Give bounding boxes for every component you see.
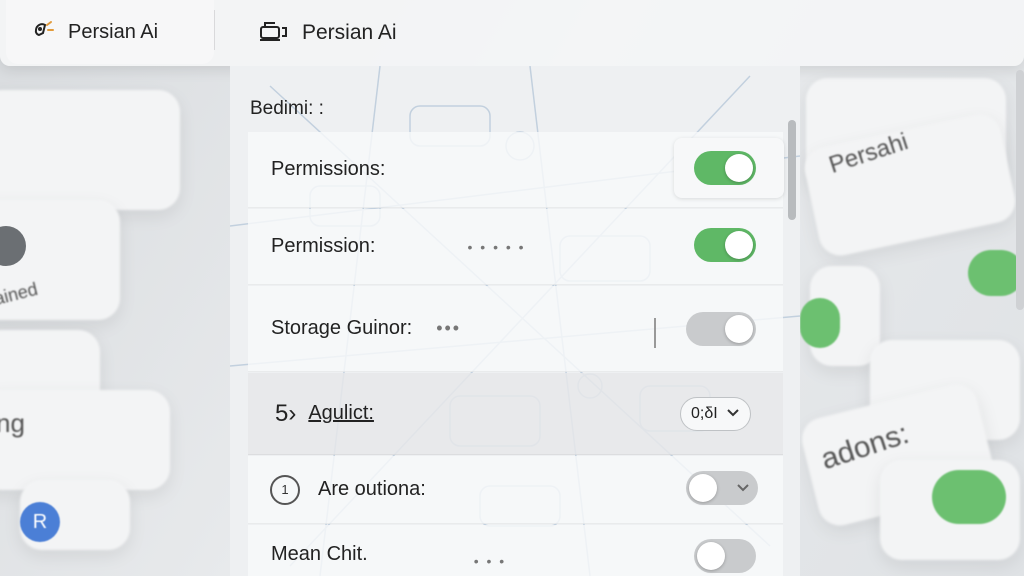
row-label: Mean Chit. [271,543,368,565]
storage-toggle[interactable] [686,312,756,346]
settings-row-permission: Permission: • • • • • [248,209,783,285]
robot-icon [258,18,290,49]
chevron-down-icon [737,484,749,492]
window-title: Persian Ai [302,21,397,44]
background-label-ng: ng [0,408,25,438]
clock-icon: 1 [270,474,300,505]
row-dots: • • • • • [467,238,526,255]
avatar: R [20,502,60,542]
chevron-down-icon [726,405,740,423]
select-value: 0;δI [691,405,718,422]
tab-title: Persian Ai [68,20,159,43]
row-dots: • • • [473,552,507,569]
settings-row-mean-chit: Mean Chit. • • • [248,525,783,576]
permission-toggle[interactable] [694,228,756,262]
row-label: Are outiona: [318,478,426,500]
mean-chit-toggle[interactable] [694,539,756,573]
settings-row-storage: Storage Guinor: ••• [248,286,783,372]
tab-divider [214,10,215,50]
brain-sparkle-icon [30,17,56,48]
row-dots: ••• [436,318,462,338]
tab-persian-ai-left[interactable]: Persian Ai [6,0,214,64]
are-outiona-toggle[interactable] [686,471,758,505]
top-bar: Persian Ai Persian Ai [0,0,1024,66]
panel-scrollbar[interactable] [788,120,796,220]
agulict-select[interactable]: 0;δI [680,397,751,431]
settings-panel: Bedimi: : Permissions: Permission: • • •… [230,66,800,576]
permissions-toggle[interactable] [694,151,756,185]
row-label: Permissions: [271,158,386,180]
settings-row-are-outiona: 1 Are outiona: [248,456,783,524]
settings-row-permissions: Permissions: [248,132,784,208]
section-title: Bedimi: : [250,98,324,119]
row-label: Storage Guinor: [271,317,413,339]
row-prefix: 5› [275,399,297,427]
window-scrollbar[interactable] [1016,70,1024,310]
settings-row-agulict: 5› Agulict: 0;δI [248,373,783,455]
tab-persian-ai-right[interactable]: Persian Ai [230,0,397,66]
row-label: Agulict: [308,402,374,424]
row-label: Permission: [271,235,376,257]
row-divider [654,318,656,348]
